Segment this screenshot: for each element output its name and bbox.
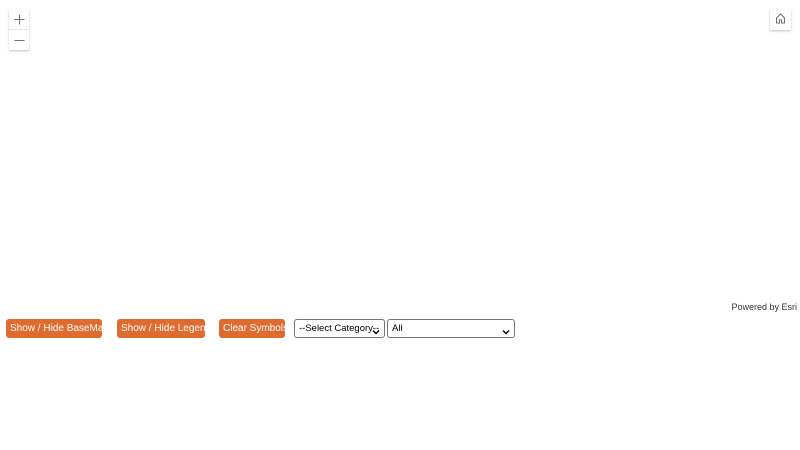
chevron-down-icon [502,325,510,342]
subcategory-select[interactable]: All [387,319,515,338]
toggle-legend-button[interactable]: Show / Hide Legend [117,319,211,338]
map-attribution: Powered by Esri [731,302,797,312]
zoom-control [9,9,29,50]
plus-icon [14,14,25,25]
zoom-in-button[interactable] [9,9,29,29]
subcategory-select-value: All [392,323,403,334]
minus-icon [14,35,25,46]
home-icon [775,11,786,29]
category-select[interactable]: --Select Category-- [294,319,385,338]
clear-symbols-button[interactable]: Clear Symbols [219,319,288,338]
map-view[interactable]: Powered by Esri [0,0,800,315]
category-select-value: --Select Category-- [299,323,380,334]
page: Powered by Esri Show / Hide BaseMap Show… [0,0,800,450]
chevron-down-icon [372,325,380,342]
zoom-out-button[interactable] [9,29,29,50]
toggle-basemap-button[interactable]: Show / Hide BaseMap [6,319,109,338]
home-button[interactable] [770,9,791,30]
map-toolbar: Show / Hide BaseMap Show / Hide Legend C… [0,319,800,338]
